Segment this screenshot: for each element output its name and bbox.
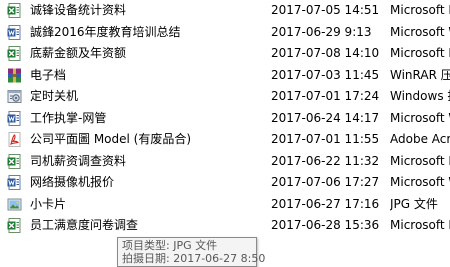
file-type: WinRAR 压缩: [390, 67, 450, 82]
file-type: Microsoft E: [390, 218, 450, 232]
file-name: 网络摄像机报价: [30, 175, 115, 189]
tooltip-item-type: 项目类型: JPG 文件: [122, 239, 218, 252]
file-name: 电子档: [30, 67, 67, 82]
file-type: Microsoft W: [390, 24, 450, 39]
file-name: 底薪金额及年资额: [30, 46, 127, 60]
file-name: 公司平面圖 Model (有废品合): [30, 132, 192, 146]
file-date: 2017-07-06 17:27: [271, 175, 380, 189]
file-date: 2017-06-29 9:13: [271, 24, 372, 39]
file-name: 员工满意度问卷调查: [30, 218, 139, 232]
file-date: 2017-06-22 11:32: [271, 153, 380, 168]
file-row[interactable]: 电子档 2017-07-03 11:45 WinRAR 压缩: [0, 65, 450, 87]
word-file-icon: [7, 24, 21, 40]
file-row[interactable]: 员工满意度问卷调查 2017-06-28 15:36 Microsoft E: [0, 215, 450, 237]
tooltip-date-taken: 拍摄日期: 2017-06-27 8:50: [122, 252, 266, 265]
file-row[interactable]: 小卡片 2017-06-27 17:16 JPG 文件: [0, 194, 450, 216]
file-row[interactable]: 誠鋒2016年度教育培训总结 2017-06-29 9:13 Microsoft…: [0, 22, 450, 44]
pdf-file-icon: [8, 132, 21, 147]
file-date: 2017-07-08 14:10: [271, 46, 380, 60]
file-type: Adobe Acro: [390, 132, 450, 146]
file-date: 2017-07-05 14:51: [271, 3, 380, 17]
excel-file-icon: [7, 153, 21, 169]
file-row[interactable]: 工作执掌-网管 2017-06-24 14:17 Microsoft W: [0, 108, 450, 130]
file-date: 2017-07-01 17:24: [271, 89, 380, 103]
file-info-tooltip: 项目类型: JPG 文件 拍摄日期: 2017-06-27 8:50: [117, 237, 266, 267]
file-type: Microsoft E: [390, 153, 450, 168]
file-type: JPG 文件: [390, 196, 438, 211]
file-type: Microsoft E: [390, 46, 450, 60]
file-row[interactable]: 网络摄像机报价 2017-07-06 17:27 Microsoft W: [0, 172, 450, 194]
file-row[interactable]: 定时关机 2017-07-01 17:24 Windows 批: [0, 86, 450, 108]
file-date: 2017-06-24 14:17: [271, 110, 380, 125]
file-name: 工作执掌-网管: [30, 110, 107, 125]
file-name: 司机薪资调查资料: [30, 153, 127, 168]
excel-file-icon: [7, 218, 21, 233]
file-date: 2017-06-27 17:16: [271, 196, 380, 211]
file-date: 2017-06-28 15:36: [271, 218, 380, 232]
excel-file-icon: [7, 3, 21, 18]
jpg-image-icon: [7, 198, 22, 210]
file-name: 定时关机: [30, 89, 79, 103]
file-date: 2017-07-03 11:45: [271, 67, 380, 82]
file-type: Microsoft E: [390, 3, 450, 17]
file-row[interactable]: 诚锋设备统计资料 2017-07-05 14:51 Microsoft E: [0, 0, 450, 22]
word-file-icon: [7, 175, 21, 190]
file-row[interactable]: 司机薪资调查资料 2017-06-22 11:32 Microsoft E: [0, 151, 450, 173]
file-name: 誠鋒2016年度教育培训总结: [30, 24, 181, 39]
file-row[interactable]: 底薪金额及年资额 2017-07-08 14:10 Microsoft E: [0, 43, 450, 65]
word-file-icon: [7, 110, 21, 126]
file-type: Windows 批: [390, 89, 450, 103]
file-type: Microsoft W: [390, 110, 450, 125]
file-type: Microsoft W: [390, 175, 450, 189]
file-list: 诚锋设备统计资料 2017-07-05 14:51 Microsoft E 誠鋒…: [0, 0, 450, 237]
batch-file-icon: [7, 90, 22, 103]
excel-file-icon: [7, 46, 21, 61]
file-row[interactable]: 公司平面圖 Model (有废品合) 2017-07-01 11:55 Adob…: [0, 129, 450, 151]
file-name: 诚锋设备统计资料: [30, 3, 127, 17]
file-date: 2017-07-01 11:55: [271, 132, 380, 146]
winrar-archive-icon: [8, 68, 21, 82]
file-name: 小卡片: [30, 196, 67, 211]
